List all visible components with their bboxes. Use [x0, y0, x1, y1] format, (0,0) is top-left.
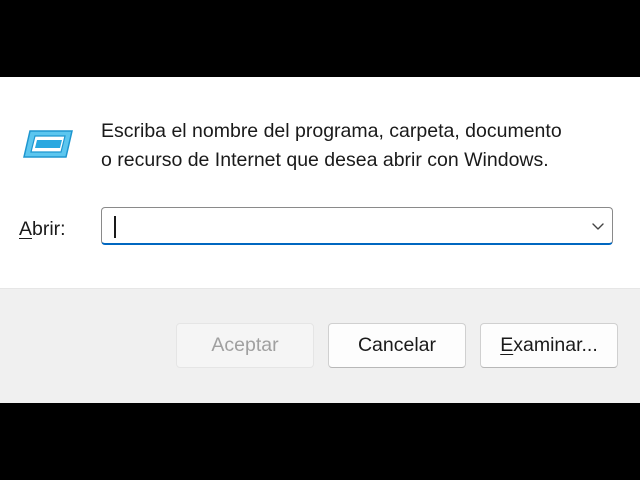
chevron-down-icon[interactable]: [590, 218, 606, 234]
text-caret: [114, 216, 116, 238]
accept-button-label: Aceptar: [211, 334, 279, 356]
dialog-description: Escriba el nombre del programa, carpeta,…: [101, 117, 621, 175]
letterbox-top: [0, 0, 640, 77]
browse-button-access-key: E: [500, 334, 514, 356]
cancel-button[interactable]: Cancelar: [328, 323, 466, 368]
cancel-button-label: Cancelar: [357, 334, 437, 356]
open-label-text: brir:: [32, 218, 66, 240]
letterbox-bottom: [0, 403, 640, 480]
description-line-2: o recurso de Internet que desea abrir co…: [101, 149, 549, 171]
open-combobox[interactable]: [101, 207, 613, 245]
browse-button-label: xaminar...: [513, 334, 598, 356]
dialog-content: Escriba el nombre del programa, carpeta,…: [0, 77, 640, 288]
accept-button[interactable]: Aceptar: [176, 323, 314, 368]
browse-button[interactable]: Examinar...: [480, 323, 618, 368]
run-icon: [22, 127, 74, 161]
open-label: Abrir:: [19, 218, 66, 241]
description-line-1: Escriba el nombre del programa, carpeta,…: [101, 120, 562, 142]
open-label-access-key: A: [19, 218, 33, 240]
open-input[interactable]: [110, 212, 570, 240]
run-dialog: Escriba el nombre del programa, carpeta,…: [0, 77, 640, 403]
